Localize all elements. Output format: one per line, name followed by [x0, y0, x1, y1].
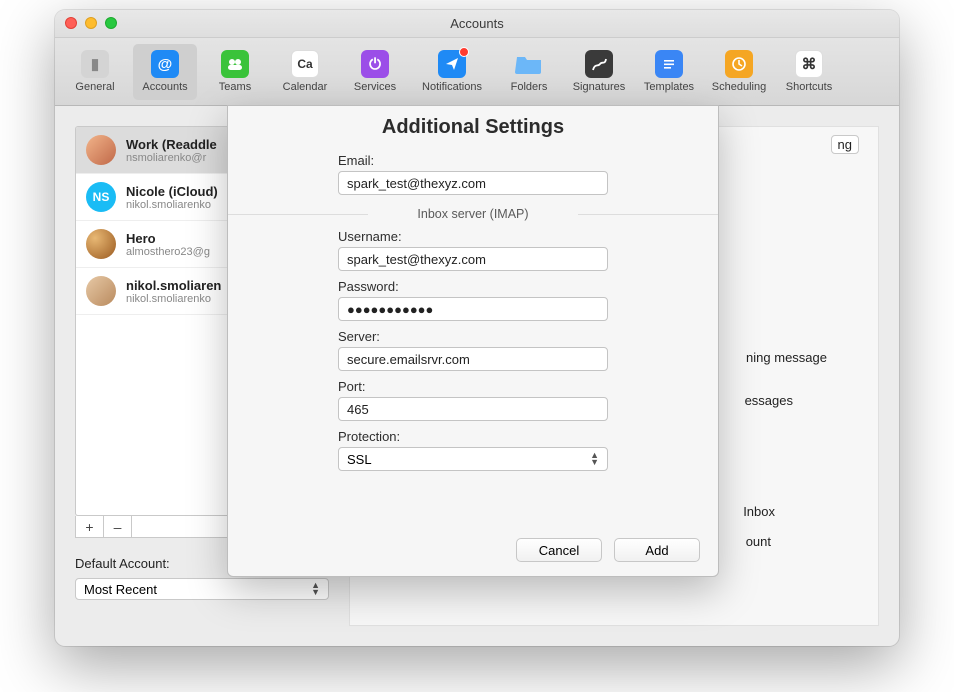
- tab-label: Templates: [644, 81, 694, 93]
- additional-settings-dialog: Additional Settings Email: Inbox server …: [227, 105, 719, 577]
- content-area: Work (Readdle nsmoliarenko@r NS Nicole (…: [55, 106, 899, 646]
- port-field[interactable]: [338, 397, 608, 421]
- account-email: nsmoliarenko@r: [126, 152, 217, 164]
- preferences-toolbar: ▮ General @ Accounts Teams Ca Calendar ⏻…: [55, 38, 899, 106]
- tab-calendar[interactable]: Ca Calendar: [273, 44, 337, 100]
- account-email: nikol.smoliarenko: [126, 293, 221, 305]
- tab-label: Folders: [511, 81, 548, 93]
- protection-label: Protection:: [338, 429, 608, 444]
- preferences-window: Accounts ▮ General @ Accounts Teams Ca C…: [55, 10, 899, 646]
- protection-value: SSL: [347, 452, 372, 467]
- teams-icon: [221, 50, 249, 78]
- tab-services[interactable]: ⏻ Services: [343, 44, 407, 100]
- titlebar: Accounts: [55, 10, 899, 38]
- accounts-icon: @: [151, 50, 179, 78]
- avatar: [86, 276, 116, 306]
- peek-text: essages: [745, 393, 793, 408]
- account-title: nikol.smoliaren: [126, 278, 221, 293]
- tab-label: Signatures: [573, 81, 626, 93]
- tab-label: Accounts: [142, 81, 187, 93]
- dialog-title: Additional Settings: [228, 106, 718, 139]
- server-field[interactable]: [338, 347, 608, 371]
- account-title: Nicole (iCloud): [126, 184, 218, 199]
- account-title: Work (Readdle: [126, 137, 217, 152]
- traffic-lights: [65, 17, 117, 29]
- account-email: almosthero23@g: [126, 246, 210, 258]
- zoom-window-button[interactable]: [105, 17, 117, 29]
- signatures-icon: [585, 50, 613, 78]
- avatar: [86, 135, 116, 165]
- general-icon: ▮: [81, 50, 109, 78]
- port-label: Port:: [338, 379, 608, 394]
- protection-select[interactable]: SSL ▲▼: [338, 447, 608, 471]
- close-window-button[interactable]: [65, 17, 77, 29]
- tab-label: General: [75, 81, 114, 93]
- templates-icon: [655, 50, 683, 78]
- tab-signatures[interactable]: Signatures: [567, 44, 631, 100]
- notifications-icon: [438, 50, 466, 78]
- avatar: NS: [86, 182, 116, 212]
- username-label: Username:: [338, 229, 608, 244]
- tab-label: Teams: [219, 81, 251, 93]
- tab-templates[interactable]: Templates: [637, 44, 701, 100]
- default-account-label: Default Account:: [75, 556, 170, 571]
- server-label: Server:: [338, 329, 608, 344]
- shortcuts-icon: ⌘: [795, 50, 823, 78]
- account-email: nikol.smoliarenko: [126, 199, 218, 211]
- avatar: [86, 229, 116, 259]
- password-field[interactable]: [338, 297, 608, 321]
- window-title: Accounts: [450, 16, 503, 31]
- peek-text: Inbox: [743, 504, 775, 519]
- folders-icon: [515, 50, 543, 78]
- tab-notifications[interactable]: Notifications: [413, 44, 491, 100]
- tab-general[interactable]: ▮ General: [63, 44, 127, 100]
- imap-section-header: Inbox server (IMAP): [338, 207, 608, 221]
- tab-label: Shortcuts: [786, 81, 832, 93]
- email-label: Email:: [338, 153, 608, 168]
- add-account-button[interactable]: +: [76, 516, 104, 537]
- tab-shortcuts[interactable]: ⌘ Shortcuts: [777, 44, 841, 100]
- services-icon: ⏻: [361, 50, 389, 78]
- add-button[interactable]: Add: [614, 538, 700, 562]
- scheduling-icon: [725, 50, 753, 78]
- tab-label: Scheduling: [712, 81, 766, 93]
- peek-text: ount: [746, 534, 771, 549]
- account-title: Hero: [126, 231, 210, 246]
- cancel-button[interactable]: Cancel: [516, 538, 602, 562]
- chevron-updown-icon: ▲▼: [311, 582, 320, 596]
- tab-label: Calendar: [283, 81, 328, 93]
- peek-text: ning message: [746, 350, 827, 365]
- notification-badge-icon: [459, 47, 469, 57]
- username-field[interactable]: [338, 247, 608, 271]
- peek-tag: ng: [831, 135, 859, 154]
- calendar-icon: Ca: [291, 50, 319, 78]
- tab-folders[interactable]: Folders: [497, 44, 561, 100]
- tab-scheduling[interactable]: Scheduling: [707, 44, 771, 100]
- tab-teams[interactable]: Teams: [203, 44, 267, 100]
- minimize-window-button[interactable]: [85, 17, 97, 29]
- email-field[interactable]: [338, 171, 608, 195]
- remove-account-button[interactable]: –: [104, 516, 132, 537]
- tab-label: Notifications: [422, 81, 482, 93]
- tab-label: Services: [354, 81, 396, 93]
- tab-accounts[interactable]: @ Accounts: [133, 44, 197, 100]
- password-label: Password:: [338, 279, 608, 294]
- default-account-value: Most Recent: [84, 582, 157, 597]
- chevron-updown-icon: ▲▼: [590, 452, 599, 466]
- default-account-select[interactable]: Most Recent ▲▼: [75, 578, 329, 600]
